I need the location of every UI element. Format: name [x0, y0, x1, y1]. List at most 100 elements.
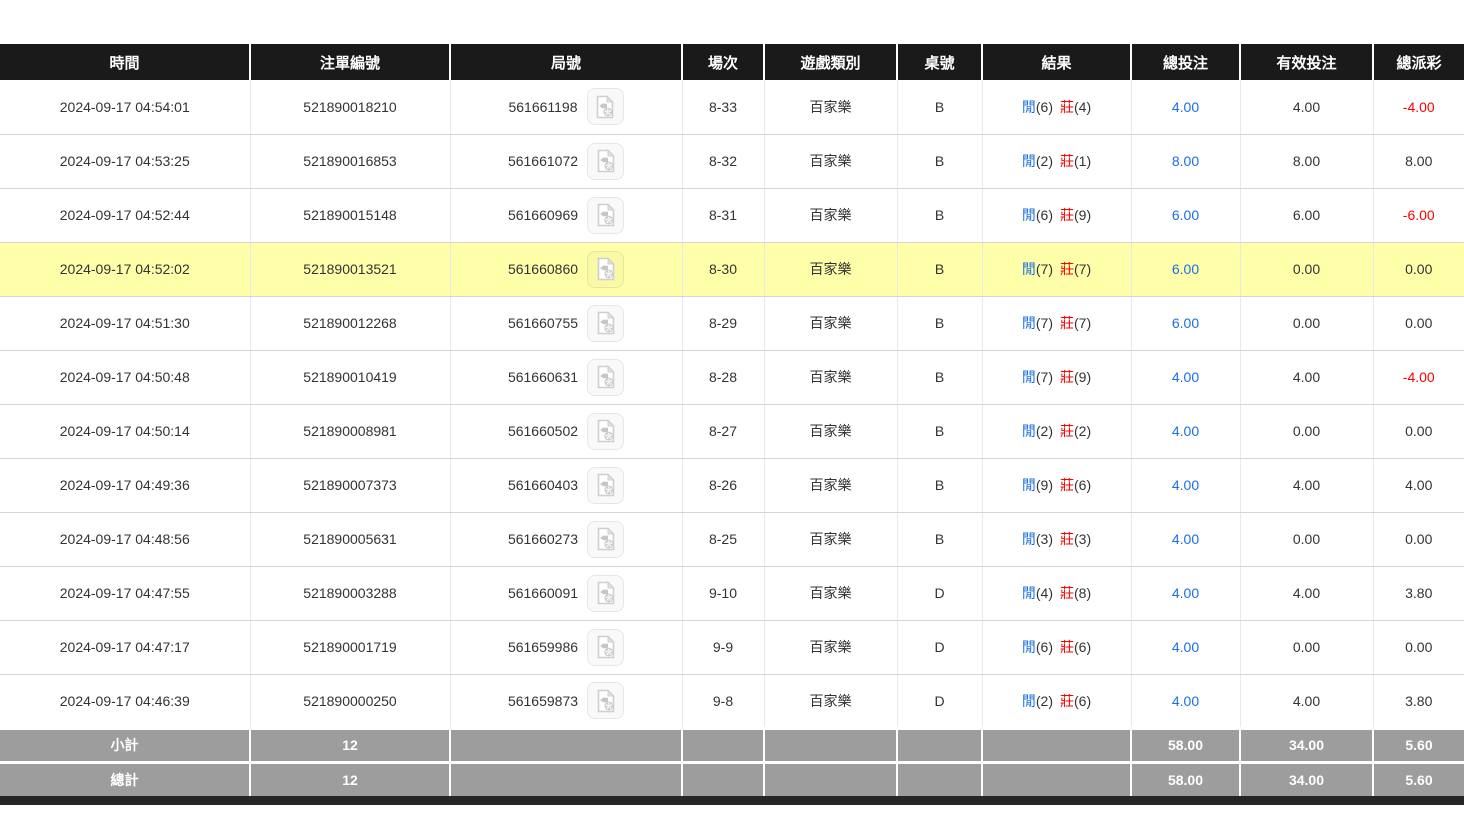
video-replay-button[interactable] — [587, 682, 624, 719]
session-cell: 8-32 — [682, 134, 764, 188]
video-replay-button[interactable] — [587, 251, 624, 288]
video-replay-button[interactable] — [587, 88, 624, 125]
player-score: (3) — [1036, 531, 1053, 547]
subtotal-empty-table — [897, 728, 982, 762]
video-replay-button[interactable] — [587, 467, 624, 504]
header-row: 時間 注單編號 局號 場次 遊戲類別 桌號 結果 總投注 有效投注 總派彩 — [0, 44, 1464, 80]
table-no-cell: B — [897, 350, 982, 404]
col-header-table-no: 桌號 — [897, 44, 982, 80]
total-bet-cell: 4.00 — [1131, 512, 1240, 566]
player-score: (4) — [1036, 585, 1053, 601]
bet-id-cell: 521890008981 — [250, 404, 450, 458]
video-replay-button[interactable] — [587, 305, 624, 342]
game-type-cell: 百家樂 — [764, 80, 897, 134]
table-no-cell: B — [897, 188, 982, 242]
game-type-cell: 百家樂 — [764, 458, 897, 512]
video-replay-button[interactable] — [587, 359, 624, 396]
player-label: 閒 — [1022, 639, 1036, 655]
table-row: 2024-09-17 04:51:30 521890012268 5616607… — [0, 296, 1464, 350]
payout-cell: 0.00 — [1373, 296, 1464, 350]
round-cell: 561661198 — [450, 80, 682, 134]
banker-label: 莊 — [1060, 99, 1074, 115]
subtotal-empty-game — [764, 728, 897, 762]
banker-score: (2) — [1074, 423, 1091, 439]
bet-id-cell: 521890018210 — [250, 80, 450, 134]
video-replay-button[interactable] — [587, 143, 624, 180]
bet-id-cell: 521890003288 — [250, 566, 450, 620]
payout-cell: -4.00 — [1373, 350, 1464, 404]
time-cell: 2024-09-17 04:52:02 — [0, 242, 250, 296]
round-id: 561660755 — [508, 315, 578, 331]
subtotal-payout: 5.60 — [1373, 728, 1464, 762]
valid-bet-cell: 4.00 — [1240, 566, 1373, 620]
valid-bet-cell: 0.00 — [1240, 512, 1373, 566]
round-id: 561660403 — [508, 477, 578, 493]
payout-cell: 0.00 — [1373, 242, 1464, 296]
player-label: 閒 — [1022, 423, 1036, 439]
table-row: 2024-09-17 04:50:48 521890010419 5616606… — [0, 350, 1464, 404]
round-id: 561660502 — [508, 423, 578, 439]
table-row: 2024-09-17 04:46:39 521890000250 5616598… — [0, 674, 1464, 728]
total-bet-cell: 4.00 — [1131, 458, 1240, 512]
time-cell: 2024-09-17 04:51:30 — [0, 296, 250, 350]
total-bet-cell: 4.00 — [1131, 674, 1240, 728]
round-id: 561661198 — [508, 99, 577, 115]
payout-cell: 0.00 — [1373, 512, 1464, 566]
round-cell: 561660969 — [450, 188, 682, 242]
video-replay-icon — [595, 311, 617, 335]
payout-cell: 3.80 — [1373, 566, 1464, 620]
session-cell: 8-25 — [682, 512, 764, 566]
col-header-time: 時間 — [0, 44, 250, 80]
subtotal-empty-result — [982, 728, 1131, 762]
total-bet-cell: 6.00 — [1131, 188, 1240, 242]
total-empty-session — [682, 762, 764, 796]
table-row: 2024-09-17 04:53:25 521890016853 5616610… — [0, 134, 1464, 188]
video-replay-button[interactable] — [587, 629, 624, 666]
round-id: 561660631 — [508, 369, 578, 385]
banker-score: (8) — [1074, 585, 1091, 601]
bet-id-cell: 521890007373 — [250, 458, 450, 512]
round-cell: 561659986 — [450, 620, 682, 674]
time-cell: 2024-09-17 04:48:56 — [0, 512, 250, 566]
result-cell: 閒(7)莊(9) — [982, 350, 1131, 404]
result-cell: 閒(6)莊(6) — [982, 620, 1131, 674]
table-row: 2024-09-17 04:48:56 521890005631 5616602… — [0, 512, 1464, 566]
valid-bet-cell: 0.00 — [1240, 404, 1373, 458]
player-label: 閒 — [1022, 531, 1036, 547]
player-score: (6) — [1036, 639, 1053, 655]
player-score: (9) — [1036, 477, 1053, 493]
game-type-cell: 百家樂 — [764, 296, 897, 350]
game-type-cell: 百家樂 — [764, 566, 897, 620]
banker-label: 莊 — [1060, 693, 1074, 709]
table-no-cell: D — [897, 566, 982, 620]
table-row: 2024-09-17 04:52:02 521890013521 5616608… — [0, 242, 1464, 296]
round-id: 561659873 — [508, 693, 578, 709]
banker-label: 莊 — [1060, 369, 1074, 385]
time-cell: 2024-09-17 04:53:25 — [0, 134, 250, 188]
video-replay-button[interactable] — [587, 197, 624, 234]
result-cell: 閒(2)莊(2) — [982, 404, 1131, 458]
player-label: 閒 — [1022, 315, 1036, 331]
table-row: 2024-09-17 04:54:01 521890018210 5616611… — [0, 80, 1464, 134]
video-replay-button[interactable] — [587, 413, 624, 450]
video-replay-icon — [595, 149, 617, 173]
banker-label: 莊 — [1060, 477, 1074, 493]
video-replay-button[interactable] — [587, 575, 624, 612]
banker-label: 莊 — [1060, 207, 1074, 223]
table-row: 2024-09-17 04:50:14 521890008981 5616605… — [0, 404, 1464, 458]
valid-bet-cell: 4.00 — [1240, 674, 1373, 728]
result-cell: 閒(9)莊(6) — [982, 458, 1131, 512]
video-replay-button[interactable] — [587, 521, 624, 558]
player-score: (6) — [1036, 99, 1053, 115]
table-no-cell: B — [897, 404, 982, 458]
round-cell: 561660860 — [450, 242, 682, 296]
game-type-cell: 百家樂 — [764, 134, 897, 188]
banker-label: 莊 — [1060, 585, 1074, 601]
session-cell: 9-9 — [682, 620, 764, 674]
banker-score: (3) — [1074, 531, 1091, 547]
player-score: (2) — [1036, 693, 1053, 709]
total-label: 總計 — [0, 762, 250, 796]
video-replay-icon — [595, 473, 617, 497]
result-cell: 閒(4)莊(8) — [982, 566, 1131, 620]
game-type-cell: 百家樂 — [764, 350, 897, 404]
